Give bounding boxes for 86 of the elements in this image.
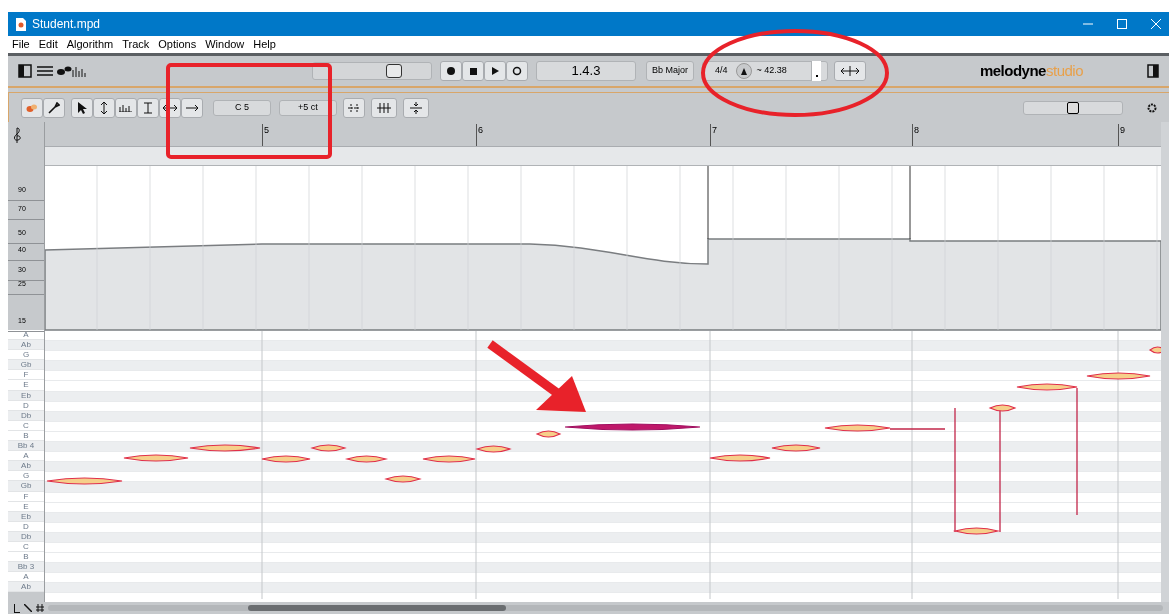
tracks-icon[interactable] <box>36 64 54 78</box>
pitch-label: Eb <box>8 511 44 522</box>
settings-icon[interactable] <box>1147 102 1157 113</box>
tempo-value[interactable]: ~ 42.38 <box>756 64 787 78</box>
pitch-label: E <box>8 380 44 391</box>
stretch-button[interactable] <box>834 61 866 81</box>
metronome-icon[interactable] <box>735 63 752 79</box>
progress-slider[interactable] <box>312 62 432 80</box>
tool-button[interactable] <box>43 97 65 118</box>
zoom-slider[interactable] <box>1023 100 1123 115</box>
pitch-label: Ab <box>8 461 44 472</box>
split-tool-icon <box>186 103 198 112</box>
quantize-time-button[interactable] <box>371 97 397 118</box>
stop-button[interactable] <box>462 61 484 81</box>
overview-scrollbar[interactable] <box>48 605 1163 611</box>
pitch-label: E <box>8 501 44 512</box>
loop-button[interactable] <box>506 61 528 81</box>
panel-toggle-icon[interactable] <box>18 64 32 78</box>
pitch-label: Eb <box>8 390 44 401</box>
bars-icon <box>119 103 133 112</box>
grid-icon[interactable] <box>36 604 44 612</box>
stretch-icon <box>840 66 860 76</box>
play-button[interactable] <box>484 61 506 81</box>
slider-thumb[interactable] <box>386 64 403 78</box>
quantize-icon <box>348 102 360 113</box>
position-display: 1.4.3 <box>536 61 636 81</box>
split-icon <box>410 101 422 114</box>
pitch-label: Ab <box>8 582 44 593</box>
logo: melodynestudio <box>979 60 1083 81</box>
pitch-label: A <box>8 451 44 462</box>
maximize-icon[interactable] <box>1117 19 1127 29</box>
panel-toggle-icon[interactable] <box>1147 64 1159 78</box>
pitch-label: C <box>8 420 44 431</box>
pitch-label: Gb <box>8 481 44 492</box>
scroll-thumb[interactable] <box>248 605 506 611</box>
window-title: Student.mpd <box>32 16 101 33</box>
bar-number: 7 <box>710 124 717 146</box>
vertical-scrollbar[interactable] <box>1161 122 1169 602</box>
blobs-icon[interactable] <box>56 65 72 77</box>
pitch-label: Gb <box>8 360 44 371</box>
quantize-pitch-button[interactable] <box>343 97 365 118</box>
pitch-label: B <box>8 552 44 563</box>
pitch-label: B <box>8 430 44 442</box>
amplitude-tool-icon <box>143 101 153 114</box>
key-button[interactable]: Bb Major <box>646 61 694 81</box>
blobs-icon <box>26 102 38 113</box>
bar-number: 6 <box>476 124 483 146</box>
pitch-field[interactable]: C 5 <box>213 99 271 116</box>
pitch-label: Ab <box>8 340 44 351</box>
menu-item[interactable]: Track <box>122 36 150 53</box>
pitch-label: Db <box>8 410 44 421</box>
bar-number: 5 <box>262 124 269 146</box>
split-button[interactable] <box>403 97 429 118</box>
pitch-label: G <box>8 350 44 361</box>
record-button[interactable] <box>440 61 462 81</box>
record-icon <box>447 67 455 75</box>
pitch-label: Db <box>8 531 44 542</box>
menu-item[interactable]: File <box>12 36 30 53</box>
pitch-label: C <box>8 541 44 553</box>
pitch-label: D <box>8 400 44 411</box>
document-icon <box>16 17 26 31</box>
pitch-label: G <box>8 471 44 482</box>
stop-icon <box>469 67 477 75</box>
play-icon <box>491 67 499 75</box>
cents-field[interactable]: +5 ct <box>279 99 337 116</box>
pitch-label: D <box>8 521 44 532</box>
time-tool-icon <box>163 103 177 112</box>
close-icon[interactable] <box>1151 19 1161 29</box>
slider-thumb[interactable] <box>1067 101 1079 114</box>
bar-number: 8 <box>912 124 919 146</box>
menu-item[interactable]: Options <box>158 36 197 53</box>
bar-number: 9 <box>1118 124 1125 146</box>
menu-item[interactable]: Window <box>205 36 245 53</box>
treble-clef-icon[interactable] <box>12 125 22 144</box>
pitch-tool-button[interactable] <box>93 97 115 118</box>
time-signature[interactable]: 4/4 <box>715 64 728 78</box>
pitch-label: F <box>8 491 44 502</box>
pitch-label: F <box>8 370 44 381</box>
menu-item[interactable]: Help <box>253 36 276 53</box>
pitch-tool-icon <box>100 101 108 114</box>
quantize-icon <box>377 102 391 113</box>
menu-item[interactable]: Edit <box>38 36 58 53</box>
select-tool-button[interactable] <box>71 97 93 118</box>
pitch-label: A <box>8 572 44 583</box>
menu-item[interactable]: Algorithm <box>66 36 114 53</box>
loop-icon <box>512 66 522 76</box>
